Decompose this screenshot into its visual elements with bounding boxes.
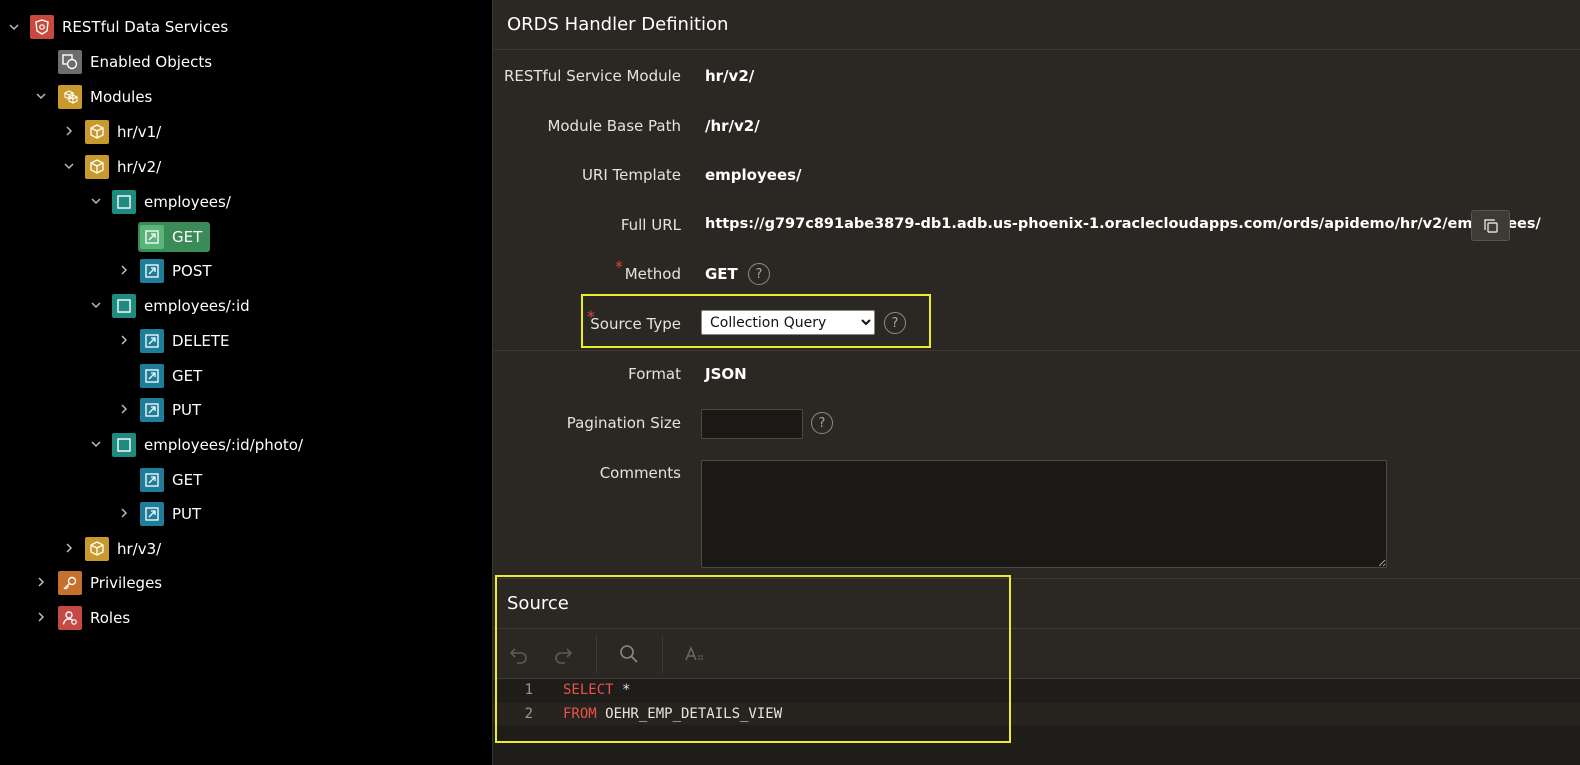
region-title: ORDS Handler Definition [493, 0, 1580, 50]
source-type-help-icon[interactable]: ? [884, 312, 906, 334]
tree-node-label: hr/v3/ [117, 540, 162, 558]
method-value: GET [705, 265, 738, 283]
copy-icon [1483, 218, 1498, 233]
tree-node-employees-get[interactable]: GET [140, 222, 202, 252]
source-highlight [495, 575, 1011, 743]
full-url-value: https://g797c891abe3879-db1.adb.us-phoen… [705, 216, 1541, 232]
template-icon [112, 433, 136, 457]
chevron-right-icon[interactable] [34, 575, 48, 589]
field-label: Source Type [590, 315, 681, 333]
chevron-right-icon[interactable] [117, 263, 131, 277]
chevron-down-icon[interactable] [89, 298, 103, 312]
modules-icon [58, 85, 82, 109]
handler-arrow-icon [140, 468, 164, 492]
module-cube-icon [85, 155, 109, 179]
handler-arrow-icon [140, 398, 164, 422]
chevron-right-icon[interactable] [117, 506, 131, 520]
navigation-tree: RESTful Data Services Enabled Objects Mo… [0, 0, 492, 765]
tree-node-restful-data-services[interactable]: RESTful Data Services [30, 12, 228, 42]
tree-node-label: DELETE [172, 332, 230, 350]
uri-template-value: employees/ [705, 166, 802, 184]
chevron-right-icon[interactable] [62, 541, 76, 555]
base-path-value: /hr/v2/ [705, 117, 760, 135]
tree-node-label: Privileges [90, 574, 163, 592]
chevron-down-icon[interactable] [7, 20, 21, 34]
key-icon [58, 571, 82, 595]
section-divider [493, 350, 1580, 351]
tree-node-label: Enabled Objects [90, 53, 213, 71]
field-label: Comments [599, 464, 681, 482]
tree-node-employees-id-delete[interactable]: DELETE [140, 326, 230, 356]
pagination-help-icon[interactable]: ? [811, 412, 833, 434]
copy-url-button[interactable] [1471, 210, 1510, 241]
tree-node-label: employees/:id/photo/ [144, 436, 304, 454]
rest-shield-icon [30, 15, 54, 39]
tree-node-label: RESTful Data Services [62, 18, 229, 36]
tree-node-label: PUT [172, 505, 202, 523]
handler-arrow-icon [140, 225, 164, 249]
tree-node-label: POST [172, 262, 212, 280]
tree-node-label: GET [172, 367, 203, 385]
tree-node-label: Roles [90, 609, 131, 627]
tree-node-employees-id-get[interactable]: GET [140, 361, 202, 391]
template-icon [112, 190, 136, 214]
method-help-icon[interactable]: ? [748, 263, 770, 285]
chevron-down-icon[interactable] [62, 159, 76, 173]
chevron-right-icon[interactable] [117, 333, 131, 347]
chevron-right-icon[interactable] [62, 124, 76, 138]
handler-arrow-icon [140, 364, 164, 388]
field-label: Format [628, 365, 681, 383]
tree-node-employees-id-photo[interactable]: employees/:id/photo/ [112, 430, 303, 460]
tree-node-employees-post[interactable]: POST [140, 256, 212, 286]
field-label: URI Template [581, 166, 681, 184]
tree-node-enabled-objects[interactable]: Enabled Objects [58, 47, 212, 77]
field-label: Method [624, 265, 681, 283]
tree-node-label: Modules [90, 88, 153, 106]
field-label: RESTful Service Module [503, 67, 681, 85]
tree-node-employees-id-put[interactable]: PUT [140, 395, 201, 425]
field-label: Full URL [620, 216, 681, 234]
tree-node-employees[interactable]: employees/ [112, 187, 231, 217]
field-label: Module Base Path [547, 117, 681, 135]
comments-textarea[interactable] [701, 460, 1387, 568]
format-value: JSON [705, 365, 747, 383]
field-label: Pagination Size [566, 414, 681, 432]
tree-node-photo-put[interactable]: PUT [140, 499, 201, 529]
tree-node-label: hr/v2/ [117, 158, 162, 176]
handler-definition-panel: ORDS Handler Definition RESTful Service … [492, 0, 1580, 765]
chevron-right-icon[interactable] [34, 610, 48, 624]
tree-node-privileges[interactable]: Privileges [58, 568, 162, 598]
chevron-down-icon[interactable] [89, 437, 103, 451]
module-value: hr/v2/ [705, 67, 755, 85]
tree-node-label: hr/v1/ [117, 123, 162, 141]
tree-node-label: employees/:id [144, 297, 250, 315]
tree-node-roles[interactable]: Roles [58, 603, 130, 633]
chevron-right-icon[interactable] [117, 402, 131, 416]
handler-arrow-icon [140, 329, 164, 353]
chevron-down-icon[interactable] [34, 89, 48, 103]
tree-node-label: GET [172, 228, 203, 246]
module-cube-icon [85, 537, 109, 561]
source-type-select[interactable]: Collection Query [701, 310, 875, 335]
tree-node-photo-get[interactable]: GET [140, 465, 202, 495]
tree-node-label: PUT [172, 401, 202, 419]
tree-node-modules[interactable]: Modules [58, 82, 152, 112]
tree-node-hr-v3[interactable]: hr/v3/ [85, 534, 161, 564]
pagination-size-input[interactable] [701, 409, 803, 439]
chevron-down-icon[interactable] [89, 194, 103, 208]
module-cube-icon [85, 120, 109, 144]
user-role-icon [58, 606, 82, 630]
tree-node-label: GET [172, 471, 203, 489]
handler-arrow-icon [140, 259, 164, 283]
tree-node-employees-id[interactable]: employees/:id [112, 291, 250, 321]
tree-node-label: employees/ [144, 193, 231, 211]
template-icon [112, 294, 136, 318]
enabled-objects-icon [58, 50, 82, 74]
tree-node-hr-v2[interactable]: hr/v2/ [85, 152, 161, 182]
tree-node-hr-v1[interactable]: hr/v1/ [85, 117, 161, 147]
handler-arrow-icon [140, 502, 164, 526]
